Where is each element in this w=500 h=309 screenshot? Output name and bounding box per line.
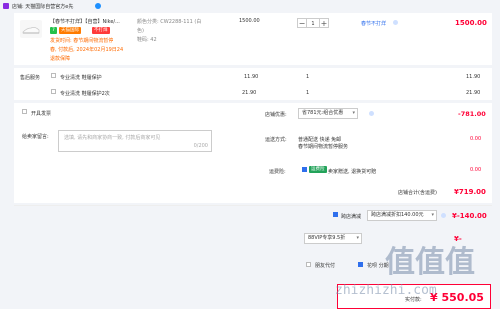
service-name-2: 专业清洗 鞋履保护2次	[60, 91, 110, 97]
insurance-label: 运费险:	[269, 169, 286, 175]
remarks-counter: 0/200	[193, 143, 208, 149]
delivery-label: 运送方式:	[265, 137, 287, 143]
pay-for-me-label[interactable]: 朋友代付	[315, 262, 335, 269]
store-total-label: 店铺合计(含运费)	[398, 190, 437, 196]
invoice-label[interactable]: 开具发票	[31, 110, 51, 117]
deadline-note: 春, 付款后, 2024年02月19日24	[50, 47, 124, 53]
product-attr-color: 颜色分类: CW2288-111 (白	[137, 19, 202, 25]
insurance-amount: 0.00	[470, 167, 482, 173]
final-amount: ¥ 550.05	[430, 291, 484, 304]
chevron-down-icon: ▾	[356, 235, 359, 241]
order-options-panel	[14, 103, 492, 203]
product-tag-tmall: 天猫国际	[59, 27, 81, 34]
product-attr-color-2: 色)	[137, 28, 144, 34]
vip-select-value: 88VIP专享9.5折	[308, 235, 346, 241]
store-discount-amount: -781.00	[458, 110, 486, 118]
product-image[interactable]	[20, 20, 42, 38]
service-link[interactable]: 退款保障	[50, 55, 70, 62]
service-checkbox-1[interactable]	[51, 73, 56, 78]
remarks-label: 给卖家留言:	[22, 134, 49, 140]
product-title[interactable]: 【春节不打烊】【自营】Nike/...	[50, 18, 120, 25]
insurance-text: 卖家赠送, 退换货可赔	[328, 169, 377, 175]
service-qty-2: 1	[306, 90, 310, 96]
product-tag-number: 7	[50, 27, 57, 34]
remarks-placeholder: 选填, 请先和商家协商一致, 付款后商家可见	[64, 135, 161, 141]
cross-store-select-value: 跨店满减折扣140.00元	[371, 212, 424, 218]
shipping-note: 发货时间: 春节期间物流暂停	[50, 38, 114, 44]
cross-store-info-icon[interactable]	[441, 213, 446, 218]
invoice-checkbox[interactable]	[22, 109, 27, 114]
chat-icon[interactable]	[95, 3, 101, 9]
cross-store-label: 跨店满减	[341, 214, 362, 220]
service-qty-1: 1	[306, 74, 310, 80]
product-total: 1500.00	[455, 19, 487, 27]
store-total-amount: ¥719.00	[454, 188, 486, 196]
service-price-1: 11.90	[244, 74, 259, 80]
store-discount-select[interactable]: 省781元:组合优惠 ▾	[298, 108, 358, 119]
chevron-down-icon: ▾	[352, 110, 355, 116]
delivery-amount: 0.00	[470, 136, 482, 142]
services-label: 售后服务	[20, 75, 41, 81]
remarks-textarea[interactable]: 选填, 请先和商家协商一致, 付款后商家可见 0/200	[58, 130, 212, 152]
service-total-1: 11.90	[466, 74, 481, 80]
vip-select[interactable]: 88VIP专享9.5折 ▾	[304, 233, 362, 244]
product-tag-extra: 不打烊	[92, 27, 110, 34]
qty-increase-button[interactable]: +	[319, 18, 329, 28]
qty-decrease-button[interactable]: −	[297, 18, 307, 28]
service-price-2: 21.90	[242, 90, 257, 96]
service-name-1: 专业清洗 鞋履保护	[60, 75, 102, 81]
store-discount-value: 省781元:组合优惠	[302, 110, 344, 116]
service-total-2: 21.90	[466, 90, 481, 96]
watermark-domain: zhizhizhi.com	[335, 283, 437, 298]
unit-price: 1500.00	[239, 18, 260, 24]
service-checkbox-2[interactable]	[51, 89, 56, 94]
spring-festival-badge: 春节不打烊	[361, 21, 387, 27]
store-discount-label: 店铺优惠:	[265, 112, 287, 118]
pay-for-me-checkbox[interactable]	[306, 262, 311, 267]
chevron-down-icon: ▾	[431, 212, 434, 218]
cross-store-checkbox[interactable]	[333, 212, 338, 217]
store-name[interactable]: 店铺: 天猫国际自营官方e先	[12, 3, 73, 10]
cross-store-amount: ¥-140.00	[452, 212, 487, 220]
discount-info-icon[interactable]	[369, 111, 374, 116]
info-icon[interactable]	[393, 20, 398, 25]
delivery-line2: 春节期间物流暂停服务	[298, 144, 349, 150]
store-icon	[3, 3, 9, 9]
delivery-line1[interactable]: 普通配送 快递 免邮	[298, 136, 341, 143]
watermark-logo: 值值值	[385, 245, 475, 280]
divider	[14, 205, 492, 206]
qty-value[interactable]: 1	[307, 18, 319, 28]
huabei-checkbox[interactable]	[358, 262, 363, 267]
product-attr-size: 鞋码: 42	[137, 37, 157, 43]
insurance-badge: 运费险	[309, 166, 327, 173]
cross-store-select[interactable]: 跨店满减折扣140.00元 ▾	[367, 210, 437, 221]
insurance-checkbox[interactable]	[302, 167, 307, 172]
